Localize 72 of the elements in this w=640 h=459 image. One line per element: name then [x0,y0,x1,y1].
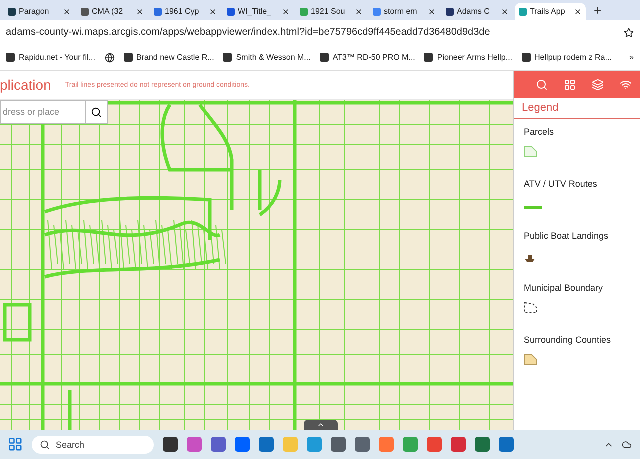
layers-icon[interactable] [592,78,604,90]
app-icon[interactable] [163,437,178,452]
legend-label: Municipal Boundary [524,283,604,293]
close-icon[interactable] [209,8,217,16]
dashed-polygon-icon [524,302,538,314]
browser-tab[interactable]: Adams C [442,3,513,20]
search-icon[interactable] [536,78,548,90]
new-tab-button[interactable]: + [588,3,608,20]
site-icon [446,8,454,16]
bookmark[interactable]: Brand new Castle R... [124,53,214,62]
star-icon[interactable] [624,28,634,38]
boat-icon [524,254,536,262]
site-icon [154,8,162,16]
search-button[interactable] [86,100,108,124]
close-icon[interactable] [63,8,71,16]
browser-tab[interactable]: storm em [369,3,440,20]
bookmark[interactable]: AT3™ RD-50 PRO M... [320,53,416,62]
bookmark[interactable]: Pioneer Arms Hellp... [424,53,513,62]
more-bookmarks[interactable]: » [630,53,634,62]
site-icon [320,53,329,62]
browser-tab[interactable]: 1961 Cyp [150,3,221,20]
site-icon [8,8,16,16]
app-icon[interactable] [355,437,370,452]
browser-tab[interactable]: Trails App [515,3,586,20]
search-icon [91,106,102,118]
taskbar-search-field[interactable]: Search [32,436,154,454]
site-icon [519,8,527,16]
app-title: plication [0,77,52,93]
panel-handle[interactable] [304,420,338,430]
globe-icon[interactable] [104,52,114,62]
app-icon[interactable] [499,437,514,452]
address-field[interactable]: adams-county-wi.maps.arcgis.com/apps/webappviewer/index.html?id=be75796cd9ff445eadd7d36480d9d3de [6,27,490,38]
legend-label: Parcels [524,127,556,137]
site-icon [6,53,15,62]
legend-label: ATV / UTV Routes [524,179,598,189]
legend-label: Public Boat Landings [524,231,610,241]
search-icon [40,440,50,450]
address-search-field[interactable]: dress or place [0,100,86,124]
bookmark[interactable]: Smith & Wesson M... [223,53,311,62]
cloud-icon[interactable] [622,440,632,450]
browser-tab[interactable]: Paragon [4,3,75,20]
app-icon[interactable] [259,437,274,452]
site-icon [522,53,531,62]
bookmark[interactable]: Hellpup rodem z Ra... [522,53,612,62]
close-icon[interactable] [501,8,509,16]
close-icon[interactable] [574,8,582,16]
browser-tab[interactable]: CMA (32 [77,3,148,20]
legend-title: Legend [514,98,640,119]
line-symbol-icon [524,206,542,210]
network-icon[interactable] [620,78,632,90]
polygon-symbol-icon [524,146,538,158]
site-icon [227,8,235,16]
site-icon [81,8,89,16]
close-icon[interactable] [282,8,290,16]
app-icon[interactable] [331,437,346,452]
close-icon[interactable] [136,8,144,16]
site-icon [124,53,132,62]
browser-tab[interactable]: WI_Title_ [223,3,294,20]
close-icon[interactable] [428,8,436,16]
legend-label: Surrounding Counties [524,335,612,345]
bookmark[interactable]: Rapidu.net - Your fil... [6,53,96,62]
site-icon [223,53,232,62]
app-icon[interactable] [475,437,490,452]
grid-icon[interactable] [564,78,576,90]
app-icon[interactable] [211,437,226,452]
site-icon [373,8,381,16]
site-icon [300,8,308,16]
start-icon[interactable] [8,437,23,452]
polygon-symbol-icon [524,354,538,366]
close-icon[interactable] [355,8,363,16]
site-icon [424,53,434,62]
browser-tab[interactable]: 1921 Sou [296,3,367,20]
